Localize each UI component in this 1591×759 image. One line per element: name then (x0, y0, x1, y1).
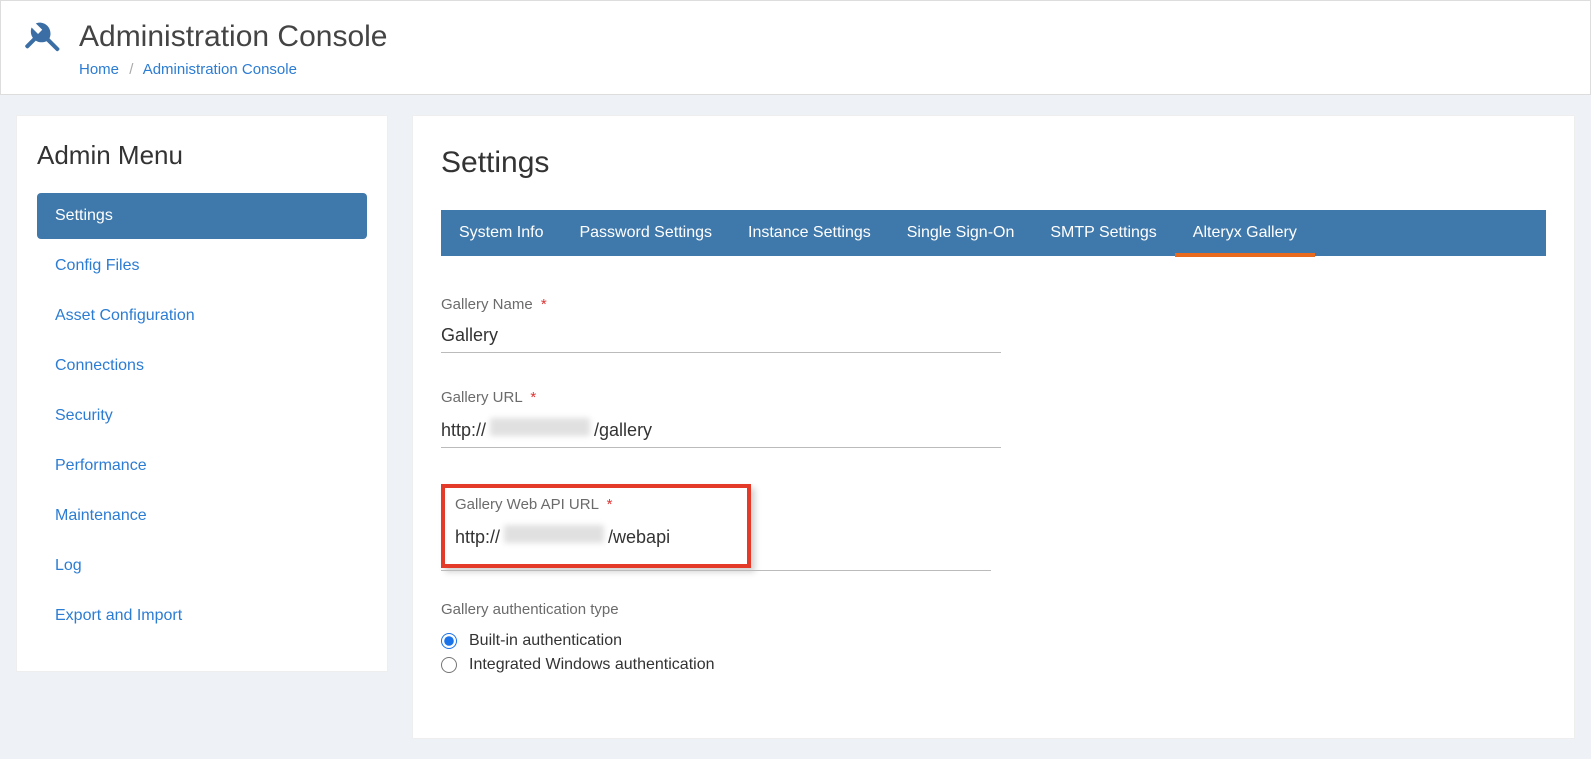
sidebar-item-settings[interactable]: Settings (37, 193, 367, 239)
sidebar-item-performance[interactable]: Performance (37, 443, 367, 489)
tab-instance-settings[interactable]: Instance Settings (730, 210, 889, 256)
auth-option-builtin[interactable]: Built-in authentication (441, 632, 1001, 650)
tab-smtp-settings[interactable]: SMTP Settings (1032, 210, 1174, 256)
sidebar-item-maintenance[interactable]: Maintenance (37, 493, 367, 539)
sidebar-title: Admin Menu (37, 140, 367, 171)
gallery-url-label: Gallery URL (441, 389, 522, 406)
sidebar-item-export-import[interactable]: Export and Import (37, 593, 367, 639)
gallery-api-suffix: /webapi (608, 527, 670, 548)
gallery-url-suffix: /gallery (594, 420, 652, 441)
gallery-api-prefix: http:// (455, 527, 500, 548)
gallery-url-prefix: http:// (441, 420, 486, 441)
sidebar-item-connections[interactable]: Connections (37, 343, 367, 389)
tab-system-info[interactable]: System Info (441, 210, 561, 256)
tab-password-settings[interactable]: Password Settings (561, 210, 730, 256)
auth-radio-windows[interactable] (441, 657, 457, 673)
auth-option-windows-label: Integrated Windows authentication (469, 656, 714, 674)
field-gallery-name: Gallery Name * (441, 296, 1001, 353)
breadcrumb-current[interactable]: Administration Console (143, 61, 297, 78)
sidebar: Admin Menu Settings Config Files Asset C… (16, 115, 388, 672)
auth-option-windows[interactable]: Integrated Windows authentication (441, 656, 1001, 674)
redacted-host (504, 525, 604, 543)
required-asterisk: * (607, 496, 613, 513)
breadcrumb-home[interactable]: Home (79, 61, 119, 78)
field-gallery-url: Gallery URL * http:// /gallery (441, 389, 1001, 448)
highlighted-field-box: Gallery Web API URL * http:// /webapi (441, 484, 751, 568)
gallery-url-input[interactable]: http:// /gallery (441, 414, 1001, 448)
main-panel: Settings System Info Password Settings I… (412, 115, 1575, 739)
gallery-name-label: Gallery Name (441, 296, 533, 313)
field-gallery-api-url: Gallery Web API URL * http:// /webapi (455, 496, 737, 554)
tab-single-sign-on[interactable]: Single Sign-On (889, 210, 1033, 256)
redacted-host (490, 418, 590, 436)
page-title: Administration Console (79, 20, 387, 54)
tools-icon (25, 19, 61, 55)
gallery-name-input[interactable] (441, 321, 1001, 353)
tabs-bar: System Info Password Settings Instance S… (441, 210, 1546, 256)
sidebar-item-security[interactable]: Security (37, 393, 367, 439)
breadcrumb: Home / Administration Console (79, 61, 1566, 78)
required-asterisk: * (530, 389, 536, 406)
tab-alteryx-gallery[interactable]: Alteryx Gallery (1175, 210, 1315, 256)
sidebar-item-asset-configuration[interactable]: Asset Configuration (37, 293, 367, 339)
gallery-api-input[interactable]: http:// /webapi (455, 521, 737, 554)
gallery-api-underline (441, 570, 991, 571)
required-asterisk: * (541, 296, 547, 313)
header-bar: Administration Console Home / Administra… (0, 0, 1591, 95)
field-auth-type: Gallery authentication type Built-in aut… (441, 601, 1001, 674)
auth-radio-builtin[interactable] (441, 633, 457, 649)
sidebar-item-log[interactable]: Log (37, 543, 367, 589)
auth-type-label: Gallery authentication type (441, 601, 619, 618)
gallery-api-label: Gallery Web API URL (455, 496, 598, 513)
main-title: Settings (441, 146, 1546, 180)
auth-option-builtin-label: Built-in authentication (469, 632, 622, 650)
breadcrumb-separator: / (129, 61, 133, 78)
sidebar-item-config-files[interactable]: Config Files (37, 243, 367, 289)
